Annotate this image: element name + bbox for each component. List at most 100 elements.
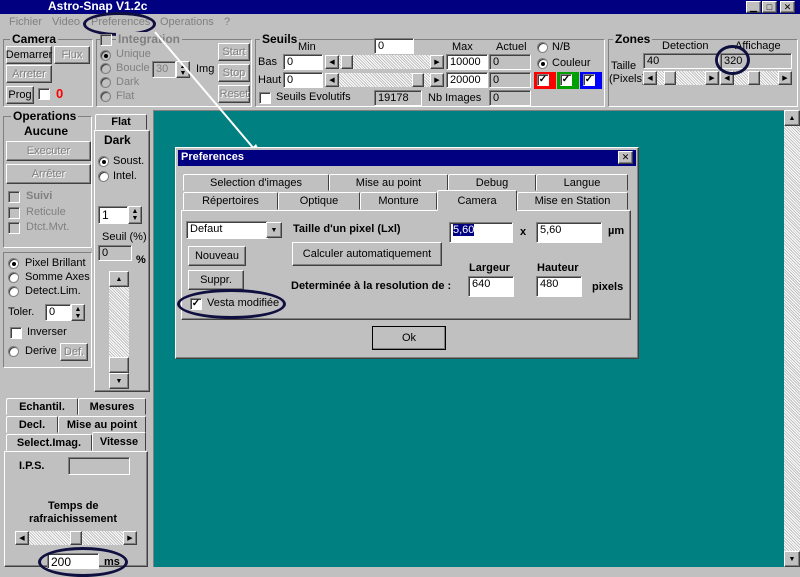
vitesse-scroll-left[interactable]: ◀ xyxy=(15,531,29,545)
vitesse-scroll-right[interactable]: ▶ xyxy=(123,531,137,545)
haut-slider-thumb[interactable] xyxy=(412,73,424,87)
intel-radio[interactable] xyxy=(98,171,109,182)
somme-axes-radio[interactable] xyxy=(8,272,19,283)
tab-vitesse[interactable]: Vitesse xyxy=(92,432,146,451)
boucle-radio[interactable] xyxy=(100,63,111,74)
flat-radio[interactable] xyxy=(100,91,111,102)
tab-debug[interactable]: Debug xyxy=(448,174,536,191)
ok-button[interactable]: Ok xyxy=(372,326,446,350)
bas-min-input[interactable]: 0 xyxy=(283,54,323,70)
haut-min-input[interactable]: 0 xyxy=(283,72,323,88)
workspace-scrollbar[interactable]: ▲ ▼ xyxy=(784,110,800,567)
menu-help[interactable]: ? xyxy=(224,16,230,28)
green-channel[interactable]: ✓ xyxy=(557,72,579,89)
suivi-checkbox[interactable] xyxy=(8,191,20,203)
couleur-radio[interactable] xyxy=(537,58,548,69)
calculer-button[interactable]: Calculer automatiquement xyxy=(292,242,442,266)
unique-radio[interactable] xyxy=(100,50,111,61)
workspace-scroll-up[interactable]: ▲ xyxy=(784,110,800,126)
tab-echantil[interactable]: Echantil. xyxy=(6,398,78,415)
min-value-input[interactable]: 0 xyxy=(374,38,414,54)
tab-flat[interactable]: Flat xyxy=(95,114,147,130)
tab-dark[interactable]: Dark xyxy=(104,133,131,147)
blue-checkbox[interactable]: ✓ xyxy=(583,74,595,86)
integration-checkbox[interactable] xyxy=(100,34,112,46)
bas-max-input[interactable]: 10000 xyxy=(446,54,488,70)
red-checkbox[interactable]: ✓ xyxy=(537,74,549,86)
flatdark-count-spinner[interactable]: ▲ ▼ xyxy=(128,206,142,224)
menu-video[interactable]: Video xyxy=(52,16,80,28)
nb-radio[interactable] xyxy=(537,42,548,53)
affichage-scroll-right[interactable]: ▶ xyxy=(778,71,792,85)
pixel-brillant-radio[interactable] xyxy=(8,258,19,269)
tab-monture[interactable]: Monture xyxy=(360,192,437,210)
reticule-checkbox[interactable] xyxy=(8,207,20,219)
tab-select-imag[interactable]: Select.Imag. xyxy=(6,434,92,451)
prog-checkbox[interactable] xyxy=(38,88,50,100)
tab-langue[interactable]: Langue xyxy=(536,174,628,191)
dark-radio[interactable] xyxy=(100,77,111,88)
detect-lim-radio[interactable] xyxy=(8,286,19,297)
minimize-button[interactable]: ▁ xyxy=(746,1,761,13)
inverser-checkbox[interactable] xyxy=(10,327,22,339)
detection-scroll-left[interactable]: ◀ xyxy=(643,71,657,85)
menu-fichier[interactable]: Fichier xyxy=(9,16,42,28)
boucle-spinner[interactable]: ▲ ▼ xyxy=(176,61,190,78)
pixel-width-input[interactable]: 5,60 xyxy=(449,222,513,243)
flatdark-count-input[interactable]: 1 xyxy=(98,206,128,224)
toler-spinner[interactable]: ▲ ▼ xyxy=(71,304,85,321)
stop-button[interactable]: Stop xyxy=(218,64,250,82)
dialog-title-bar[interactable]: Preferences ✕ xyxy=(178,150,636,166)
tab-mesures[interactable]: Mesures xyxy=(78,398,146,415)
close-button[interactable]: ✕ xyxy=(780,1,795,13)
red-channel[interactable]: ✓ xyxy=(534,72,556,89)
tab-mise-en-station[interactable]: Mise en Station xyxy=(517,192,628,210)
seuils-evolutifs-checkbox[interactable] xyxy=(259,92,271,104)
preset-select[interactable]: Defaut xyxy=(186,221,268,239)
seuil-scroll-thumb[interactable] xyxy=(109,357,129,373)
bas-slider-thumb[interactable] xyxy=(341,55,353,69)
vitesse-slider-thumb[interactable] xyxy=(70,531,82,545)
detection-slider-thumb[interactable] xyxy=(664,71,676,85)
suppr-button[interactable]: Suppr. xyxy=(188,270,244,290)
green-checkbox[interactable]: ✓ xyxy=(560,74,572,86)
boucle-count-input[interactable]: 30 xyxy=(152,61,176,78)
nouveau-button[interactable]: Nouveau xyxy=(188,246,246,266)
arreter-camera-button[interactable]: Arreter xyxy=(6,65,52,83)
res-width-input[interactable]: 640 xyxy=(468,276,514,297)
res-height-input[interactable]: 480 xyxy=(536,276,582,297)
arreter-operations-button[interactable]: Arrêter xyxy=(6,164,91,184)
prog-button[interactable]: Prog xyxy=(6,86,34,104)
soust-radio[interactable] xyxy=(98,156,109,167)
tab-decl[interactable]: Decl. xyxy=(6,416,58,433)
toler-input[interactable]: 0 xyxy=(45,304,71,321)
derive-radio[interactable] xyxy=(8,346,19,357)
executer-button[interactable]: Executer xyxy=(6,141,91,161)
demarrer-button[interactable]: Demarrer xyxy=(6,46,52,64)
haut-max-input[interactable]: 20000 xyxy=(446,72,488,88)
maximize-button[interactable]: □ xyxy=(762,1,777,13)
haut-scroll-left[interactable]: ◀ xyxy=(325,73,339,87)
tab-mise-au-point[interactable]: Mise au point xyxy=(58,416,146,433)
seuil-scroll-up[interactable]: ▲ xyxy=(109,271,129,287)
haut-scroll-right[interactable]: ▶ xyxy=(430,73,444,87)
blue-channel[interactable]: ✓ xyxy=(580,72,602,89)
bas-scroll-left[interactable]: ◀ xyxy=(325,55,339,69)
pixel-height-input[interactable]: 5,60 xyxy=(536,222,602,243)
menu-operations[interactable]: Operations xyxy=(160,16,214,28)
preset-dropdown-arrow[interactable]: ▼ xyxy=(266,222,282,238)
def-button[interactable]: Def. xyxy=(60,343,88,361)
tab-camera-pref[interactable]: Camera xyxy=(437,190,517,211)
bas-scroll-right[interactable]: ▶ xyxy=(430,55,444,69)
affichage-slider-thumb[interactable] xyxy=(748,71,760,85)
dialog-close-button[interactable]: ✕ xyxy=(618,151,633,164)
workspace-scroll-track[interactable] xyxy=(784,126,800,551)
tab-mise-au-point-pref[interactable]: Mise au point xyxy=(329,174,448,191)
seuil-scroll-down[interactable]: ▼ xyxy=(109,373,129,389)
tab-repertoires[interactable]: Répertoires xyxy=(183,192,278,210)
workspace-scroll-down[interactable]: ▼ xyxy=(784,551,800,567)
dtct-checkbox[interactable] xyxy=(8,222,20,234)
tab-selection-images[interactable]: Selection d'images xyxy=(183,174,329,191)
start-button[interactable]: Start xyxy=(218,43,250,61)
reset-button[interactable]: Reset xyxy=(218,85,250,103)
